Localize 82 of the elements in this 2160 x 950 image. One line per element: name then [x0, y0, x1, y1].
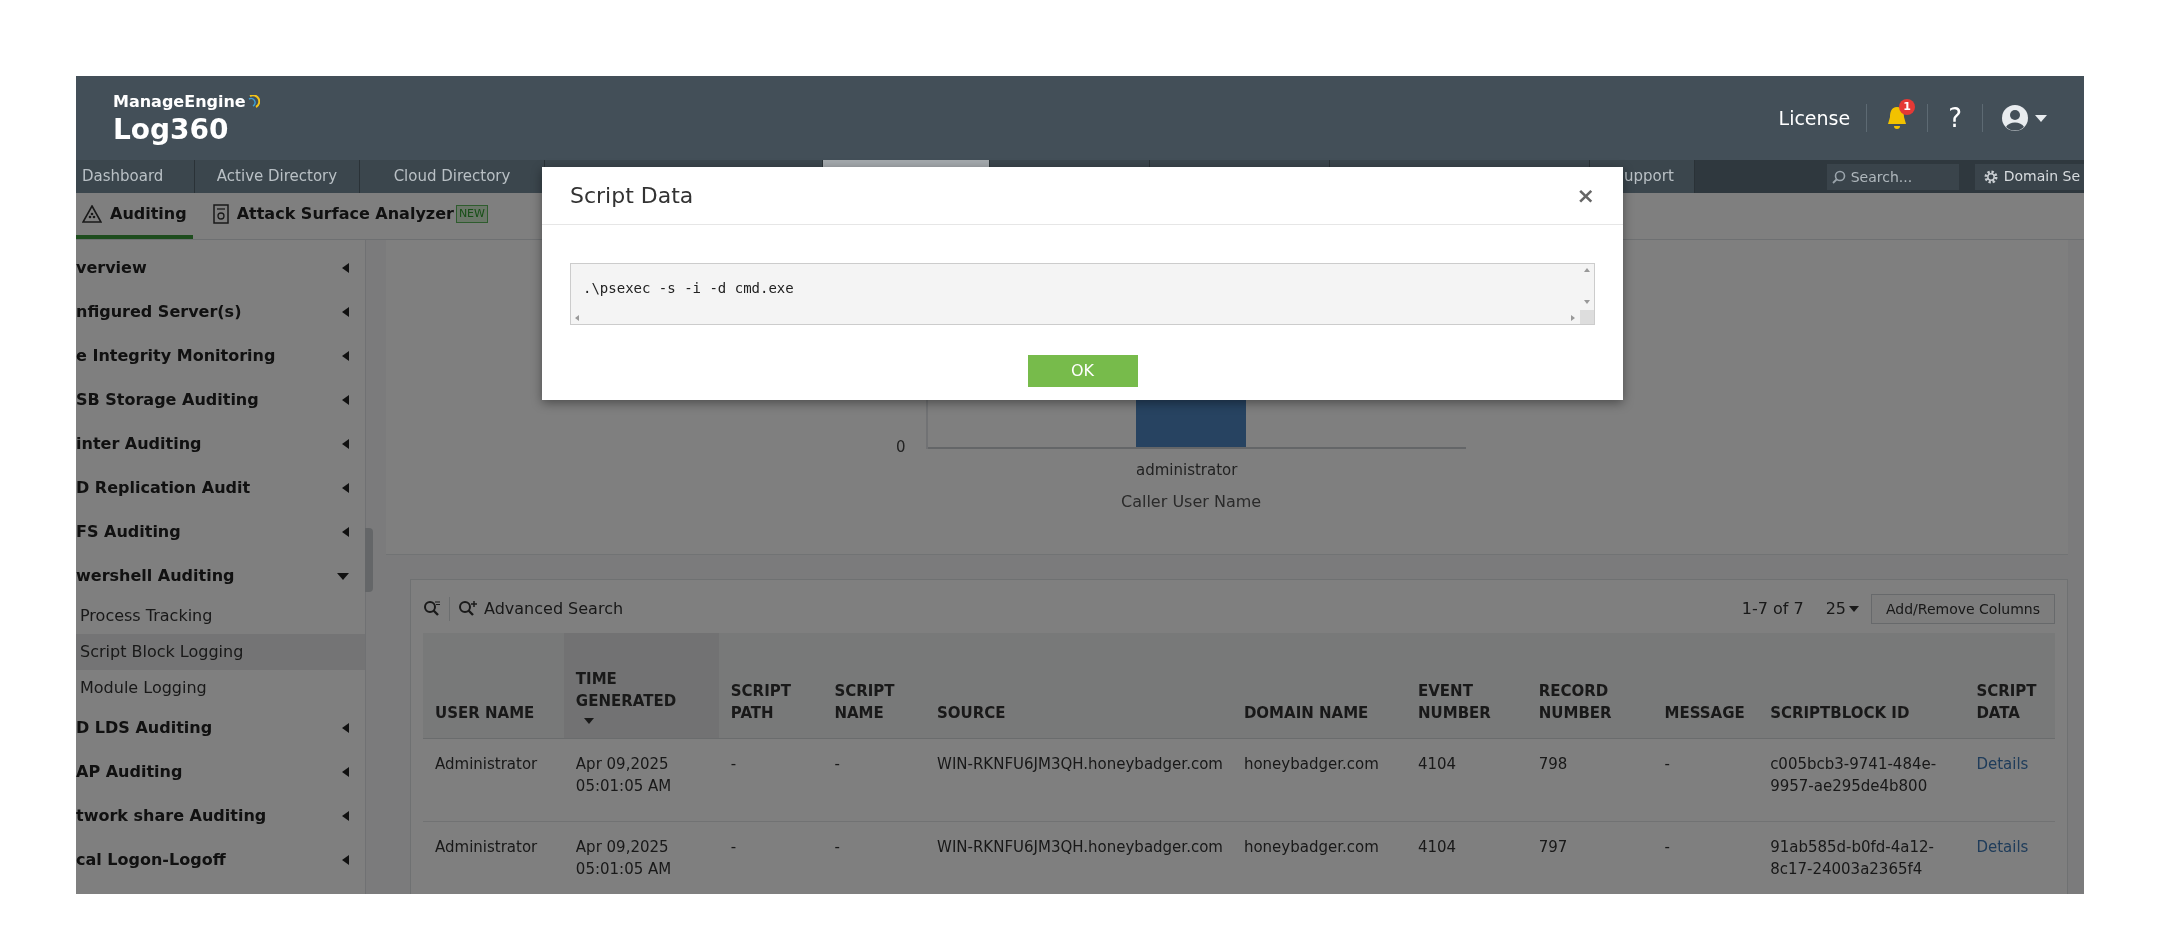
record-range: 1-7 of 7 — [1741, 598, 1804, 620]
help-link[interactable]: ? — [1928, 98, 1982, 138]
product-name: Log360 — [113, 114, 230, 146]
axis-tick-label: 0 — [896, 437, 906, 458]
domain-settings-button[interactable]: Domain Se — [1974, 163, 2084, 190]
table-cell: 798 — [1538, 754, 1568, 773]
collapse-handle[interactable] — [365, 528, 373, 592]
table-cell: WIN-RKNFU6JM3QH.honeybadger.com — [937, 837, 1223, 856]
table-cell: 4104 — [1418, 837, 1457, 856]
column-header[interactable]: SCRIPTBLOCK ID — [1758, 633, 1965, 738]
sidebar-subitem[interactable]: Module Logging — [76, 670, 365, 706]
advanced-search-button[interactable]: Advanced Search — [458, 597, 624, 621]
table-cell: - — [730, 754, 737, 773]
table-cell: - — [1664, 754, 1670, 773]
nav-tab[interactable]: Dashboard — [76, 160, 195, 193]
column-header[interactable]: MESSAGE — [1652, 633, 1759, 738]
dialog-title: Script Data — [570, 182, 694, 210]
details-link[interactable]: Details — [1976, 837, 2029, 856]
column-header[interactable]: USER NAME — [423, 633, 564, 738]
column-header[interactable]: RECORD NUMBER — [1526, 633, 1653, 738]
search-field[interactable]: Search... — [1850, 163, 1959, 190]
document-icon — [212, 204, 229, 224]
sidebar-item[interactable]: D LDS Auditing — [76, 706, 365, 750]
sidebar-item[interactable]: inter Auditing — [76, 422, 365, 466]
sidebar-subitem[interactable]: Process Tracking — [76, 598, 365, 634]
sidebar-item[interactable]: e Integrity Monitoring — [76, 334, 365, 378]
module-tab[interactable]: Attack Surface Analyzer NEW — [206, 193, 494, 239]
sidebar-subitem[interactable]: Script Block Logging — [76, 634, 365, 670]
table-cell: WIN-RKNFU6JM3QH.honeybadger.com — [937, 754, 1223, 773]
user-avatar-icon — [2001, 104, 2029, 132]
arc-icon — [247, 95, 260, 109]
column-header[interactable]: SOURCE — [925, 633, 1232, 738]
table-cell: 91ab585d-b0fd-4a12-8c17-24003a2365f4 — [1770, 837, 1934, 878]
license-link[interactable]: License — [1762, 103, 1867, 133]
table-cell: c005bcb3-9741-484e-9957-ae295de4b800 — [1770, 754, 1937, 795]
add-remove-columns-button[interactable]: Add/Remove Columns — [1871, 594, 2055, 624]
nav-tab[interactable]: Cloud Directory — [360, 160, 545, 193]
column-header[interactable]: SCRIPT NAME — [822, 633, 926, 738]
table-cell: - — [834, 837, 840, 856]
table-cell: - — [1664, 837, 1670, 856]
column-header[interactable]: DOMAIN NAME — [1231, 633, 1406, 738]
warning-icon — [82, 205, 102, 223]
sort-caret-icon — [583, 717, 594, 724]
caret-icon — [2035, 114, 2047, 122]
table-cell: - — [834, 754, 840, 773]
column-header[interactable]: SCRIPT DATA — [1964, 633, 2055, 738]
column-header[interactable]: EVENT NUMBER — [1406, 633, 1527, 738]
table-cell: honeybadger.com — [1243, 754, 1379, 773]
column-header[interactable]: SCRIPT PATH — [718, 633, 823, 738]
column-header[interactable]: TIME GENERATED — [563, 633, 719, 738]
sidebar-item[interactable]: AP Auditing — [76, 750, 365, 794]
axis-title: Caller User Name — [1121, 491, 1262, 513]
script-field[interactable]: .\psexec -s -i -d cmd.exe — [570, 263, 1595, 325]
table-cell: Apr 09,2025 05:01:05 AM — [575, 754, 672, 795]
sidebar-item[interactable]: cal Logon-Logoff — [76, 838, 365, 882]
table-cell: Administrator — [435, 837, 538, 856]
nav-tab[interactable]: Active Directory — [195, 160, 360, 193]
notification-badge: 1 — [1899, 99, 1916, 115]
new-badge: NEW — [455, 204, 488, 224]
sidebar-item[interactable]: verview — [76, 246, 365, 290]
sidebar-item[interactable]: SB Storage Auditing — [76, 378, 365, 422]
sidebar-item[interactable]: nfigured Server(s) — [76, 290, 365, 334]
axis-category-label: administrator — [1136, 460, 1238, 481]
search-filter-icon[interactable] — [423, 600, 441, 618]
brand-name: ManageEngine — [113, 91, 246, 113]
table-cell: 4104 — [1418, 754, 1457, 773]
details-link[interactable]: Details — [1976, 754, 2029, 773]
caret-icon — [1849, 606, 1859, 612]
table-cell: honeybadger.com — [1243, 837, 1379, 856]
sidebar-item[interactable]: twork share Auditing — [76, 794, 365, 838]
sidebar-item[interactable]: wershell Auditing — [76, 554, 365, 598]
page-size-dropdown[interactable]: 25 — [1825, 597, 1859, 621]
table-cell: Apr 09,2025 05:01:05 AM — [575, 837, 672, 878]
notification-button[interactable]: 1 — [1867, 97, 1928, 139]
sidebar-item[interactable]: FS Auditing — [76, 510, 365, 554]
sidebar-item[interactable]: D Replication Audit — [76, 466, 365, 510]
gear-icon — [1982, 168, 1999, 185]
table-cell: - — [730, 837, 737, 856]
table-cell: Administrator — [435, 754, 538, 773]
table-cell: 797 — [1538, 837, 1568, 856]
search-icon — [1826, 163, 1851, 190]
search-plus-icon — [458, 600, 478, 618]
